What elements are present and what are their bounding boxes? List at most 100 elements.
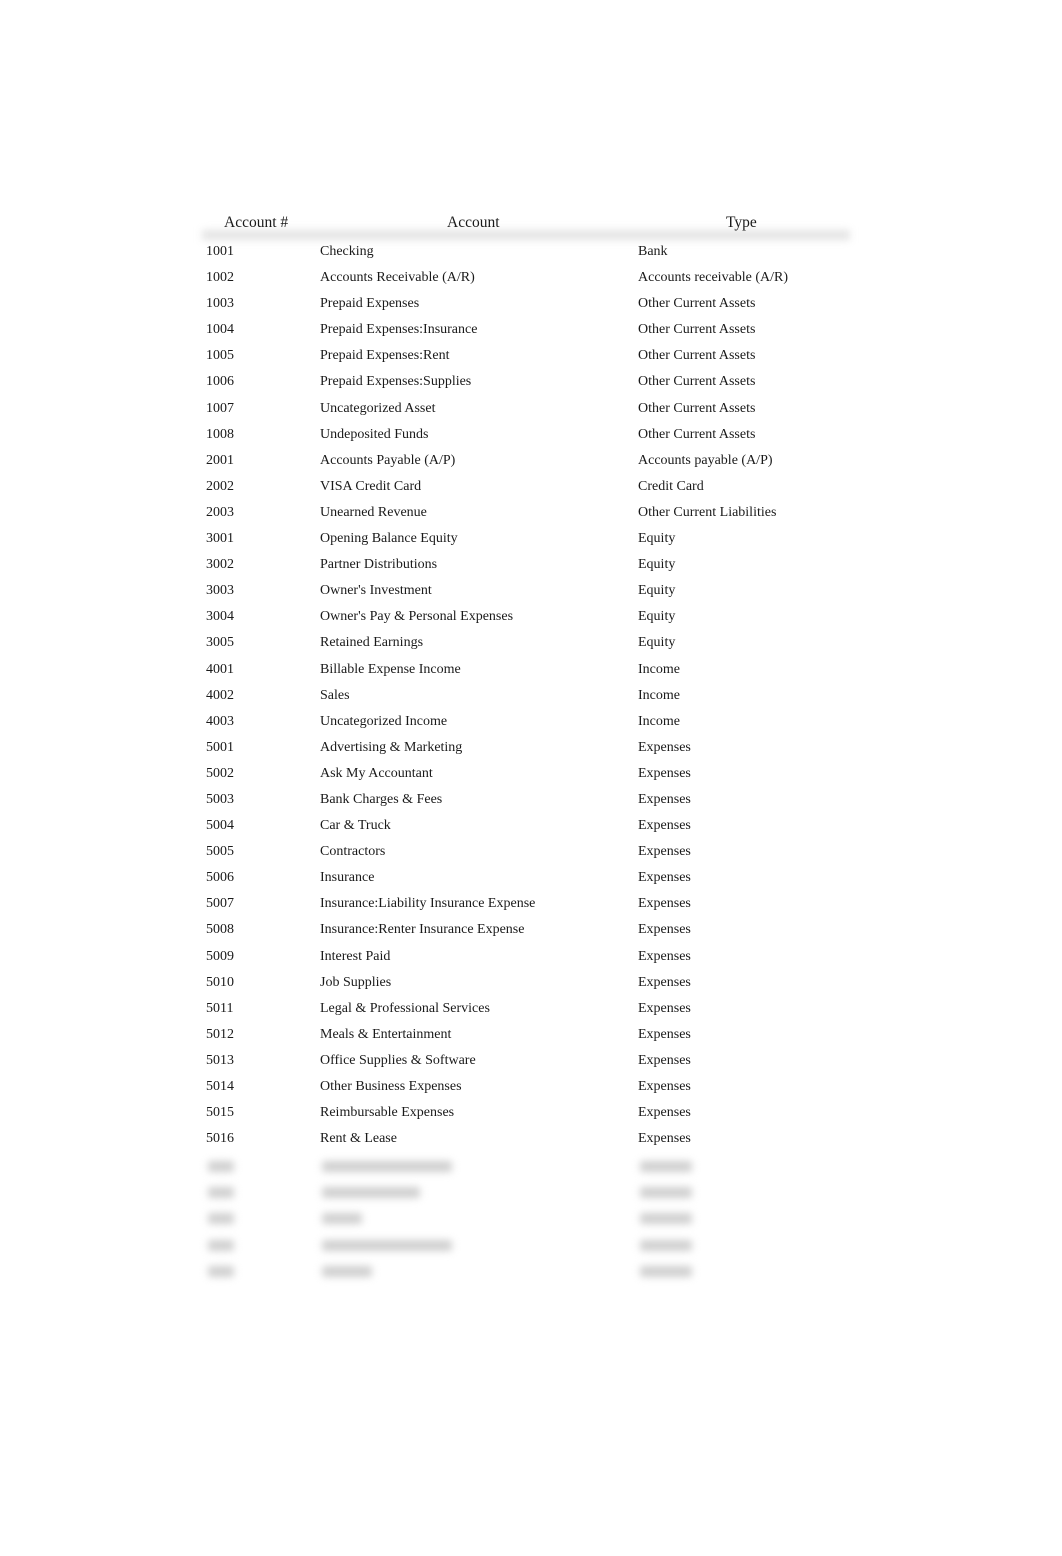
account-type-cell: Expenses — [638, 1000, 691, 1016]
account-type-cell: Expenses — [638, 948, 691, 964]
blurred-cell — [208, 1265, 234, 1277]
account-number-cell: 4002 — [206, 687, 234, 703]
blurred-cell — [208, 1213, 234, 1225]
account-type-cell: Other Current Assets — [638, 426, 756, 442]
account-name-cell: Unearned Revenue — [320, 504, 427, 520]
account-name-cell: Meals & Entertainment — [320, 1026, 452, 1042]
table-row: 4001 Billable Expense Income Income — [196, 658, 856, 684]
account-name-cell: Undeposited Funds — [320, 426, 429, 442]
table-row: 4002 Sales Income — [196, 684, 856, 710]
account-number-cell: 1007 — [206, 400, 234, 416]
account-type-cell: Equity — [638, 531, 676, 547]
account-type-cell: Expenses — [638, 1026, 691, 1042]
account-name-cell: Prepaid Expenses:Rent — [320, 348, 450, 364]
account-type-cell: Expenses — [638, 739, 691, 755]
table-row: 5012 Meals & Entertainment Expenses — [196, 1023, 856, 1049]
account-type-cell: Expenses — [638, 844, 691, 860]
table-row: 1006 Prepaid Expenses:Supplies Other Curre… — [196, 370, 856, 396]
table-row: 5003 Bank Charges & Fees Expenses — [196, 788, 856, 814]
blurred-cell — [640, 1265, 692, 1277]
table-row: 1005 Prepaid Expenses:Rent Other Current A… — [196, 344, 856, 370]
account-type-cell: Expenses — [638, 870, 691, 886]
account-number-cell: 2002 — [206, 478, 234, 494]
table-row: 4003 Uncategorized Income Income — [196, 710, 856, 736]
account-type-cell: Other Current Liabilities — [638, 504, 777, 520]
table-row: 2002 VISA Credit Card Credit Card — [196, 475, 856, 501]
account-number-cell: 1005 — [206, 348, 234, 364]
account-number-cell: 4003 — [206, 713, 234, 729]
table-row: 1008 Undeposited Funds Other Current Asset… — [196, 423, 856, 449]
account-type-cell: Equity — [638, 609, 676, 625]
table-row: 2001 Accounts Payable (A/P) Accounts payab… — [196, 449, 856, 475]
column-header-type: Type — [726, 214, 757, 231]
table-row: 5004 Car & Truck Expenses — [196, 814, 856, 840]
blurred-table-row — [196, 1179, 856, 1205]
account-type-cell: Other Current Assets — [638, 400, 756, 416]
account-number-cell: 5011 — [206, 1000, 234, 1016]
table-row: 5014 Other Business Expenses Expenses — [196, 1075, 856, 1101]
blurred-cell — [322, 1161, 452, 1173]
table-row: 1007 Uncategorized Asset Other Current Ass… — [196, 397, 856, 423]
account-number-cell: 5013 — [206, 1052, 234, 1068]
account-number-cell: 5010 — [206, 974, 234, 990]
blurred-table-row — [196, 1232, 856, 1258]
account-type-cell: Expenses — [638, 765, 691, 781]
account-name-cell: Accounts Receivable (A/R) — [320, 270, 475, 286]
account-name-cell: VISA Credit Card — [320, 478, 422, 494]
account-number-cell: 1008 — [206, 426, 234, 442]
blurred-cell — [208, 1161, 234, 1173]
account-number-cell: 5008 — [206, 922, 234, 938]
account-name-cell: Other Business Expenses — [320, 1079, 462, 1094]
table-row: 5015 Reimbursable Expenses Expenses — [196, 1101, 856, 1127]
account-type-cell: Expenses — [638, 974, 691, 990]
account-number-cell: 3002 — [206, 557, 234, 573]
account-number-cell: 4001 — [206, 661, 234, 677]
account-type-cell: Other Current Assets — [638, 296, 756, 312]
table-row: 1002 Accounts Receivable (A/R) Accounts re… — [196, 266, 856, 292]
table-row: 5010 Job Supplies Expenses — [196, 971, 856, 997]
account-name-cell: Ask My Accountant — [320, 765, 433, 781]
table-row: 5002 Ask My Accountant Expenses — [196, 762, 856, 788]
account-number-cell: 5012 — [206, 1026, 234, 1042]
account-number-cell: 5009 — [206, 948, 234, 964]
account-name-cell: Billable Expense Income — [320, 661, 461, 677]
table-row: 1004 Prepaid Expenses:Insurance Other Curr… — [196, 318, 856, 344]
account-number-cell: 1003 — [206, 296, 234, 312]
account-type-cell: Equity — [638, 557, 676, 573]
account-name-cell: Checking — [320, 244, 374, 259]
account-number-cell: 1002 — [206, 270, 234, 286]
blurred-cell — [322, 1213, 362, 1225]
table-body: 1001 Checking Bank 1002 Accounts Receivable … — [196, 240, 856, 1284]
account-type-cell: Income — [638, 661, 680, 677]
account-number-cell: 5002 — [206, 765, 234, 781]
account-type-cell: Accounts payable (A/P) — [638, 452, 773, 468]
account-number-cell: 1006 — [206, 374, 234, 390]
account-name-cell: Sales — [320, 687, 350, 703]
account-name-cell: Owner's Investment — [320, 583, 432, 599]
account-type-cell: Other Current Assets — [638, 322, 756, 338]
account-number-cell: 1004 — [206, 322, 234, 338]
account-type-cell: Expenses — [638, 1105, 691, 1121]
account-name-cell: Insurance:Liability Insurance Expense — [320, 896, 536, 912]
blurred-cell — [208, 1239, 234, 1251]
account-name-cell: Partner Distributions — [320, 557, 438, 573]
account-type-cell: Expenses — [638, 922, 691, 938]
table-row: 5009 Interest Paid Expenses — [196, 945, 856, 971]
account-name-cell: Interest Paid — [320, 948, 391, 964]
account-number-cell: 5003 — [206, 791, 234, 807]
column-header-account-number: Account # — [224, 214, 289, 231]
account-number-cell: 5015 — [206, 1105, 234, 1121]
account-number-cell: 3001 — [206, 531, 234, 547]
blurred-table-row — [196, 1258, 856, 1284]
table-row: 5007 Insurance:Liability Insurance Expens… — [196, 892, 856, 918]
table-row: 5006 Insurance Expenses — [196, 866, 856, 892]
blurred-table-row — [196, 1205, 856, 1231]
account-number-cell: 1001 — [206, 244, 234, 259]
table-row: 3002 Partner Distributions Equity — [196, 553, 856, 579]
account-name-cell: Opening Balance Equity — [320, 531, 458, 547]
blurred-cell — [208, 1187, 234, 1199]
account-type-cell: Expenses — [638, 1079, 691, 1094]
account-name-cell: Car & Truck — [320, 818, 391, 834]
account-type-cell: Expenses — [638, 1052, 691, 1068]
table-row: 5011 Legal & Professional Services Expense… — [196, 997, 856, 1023]
